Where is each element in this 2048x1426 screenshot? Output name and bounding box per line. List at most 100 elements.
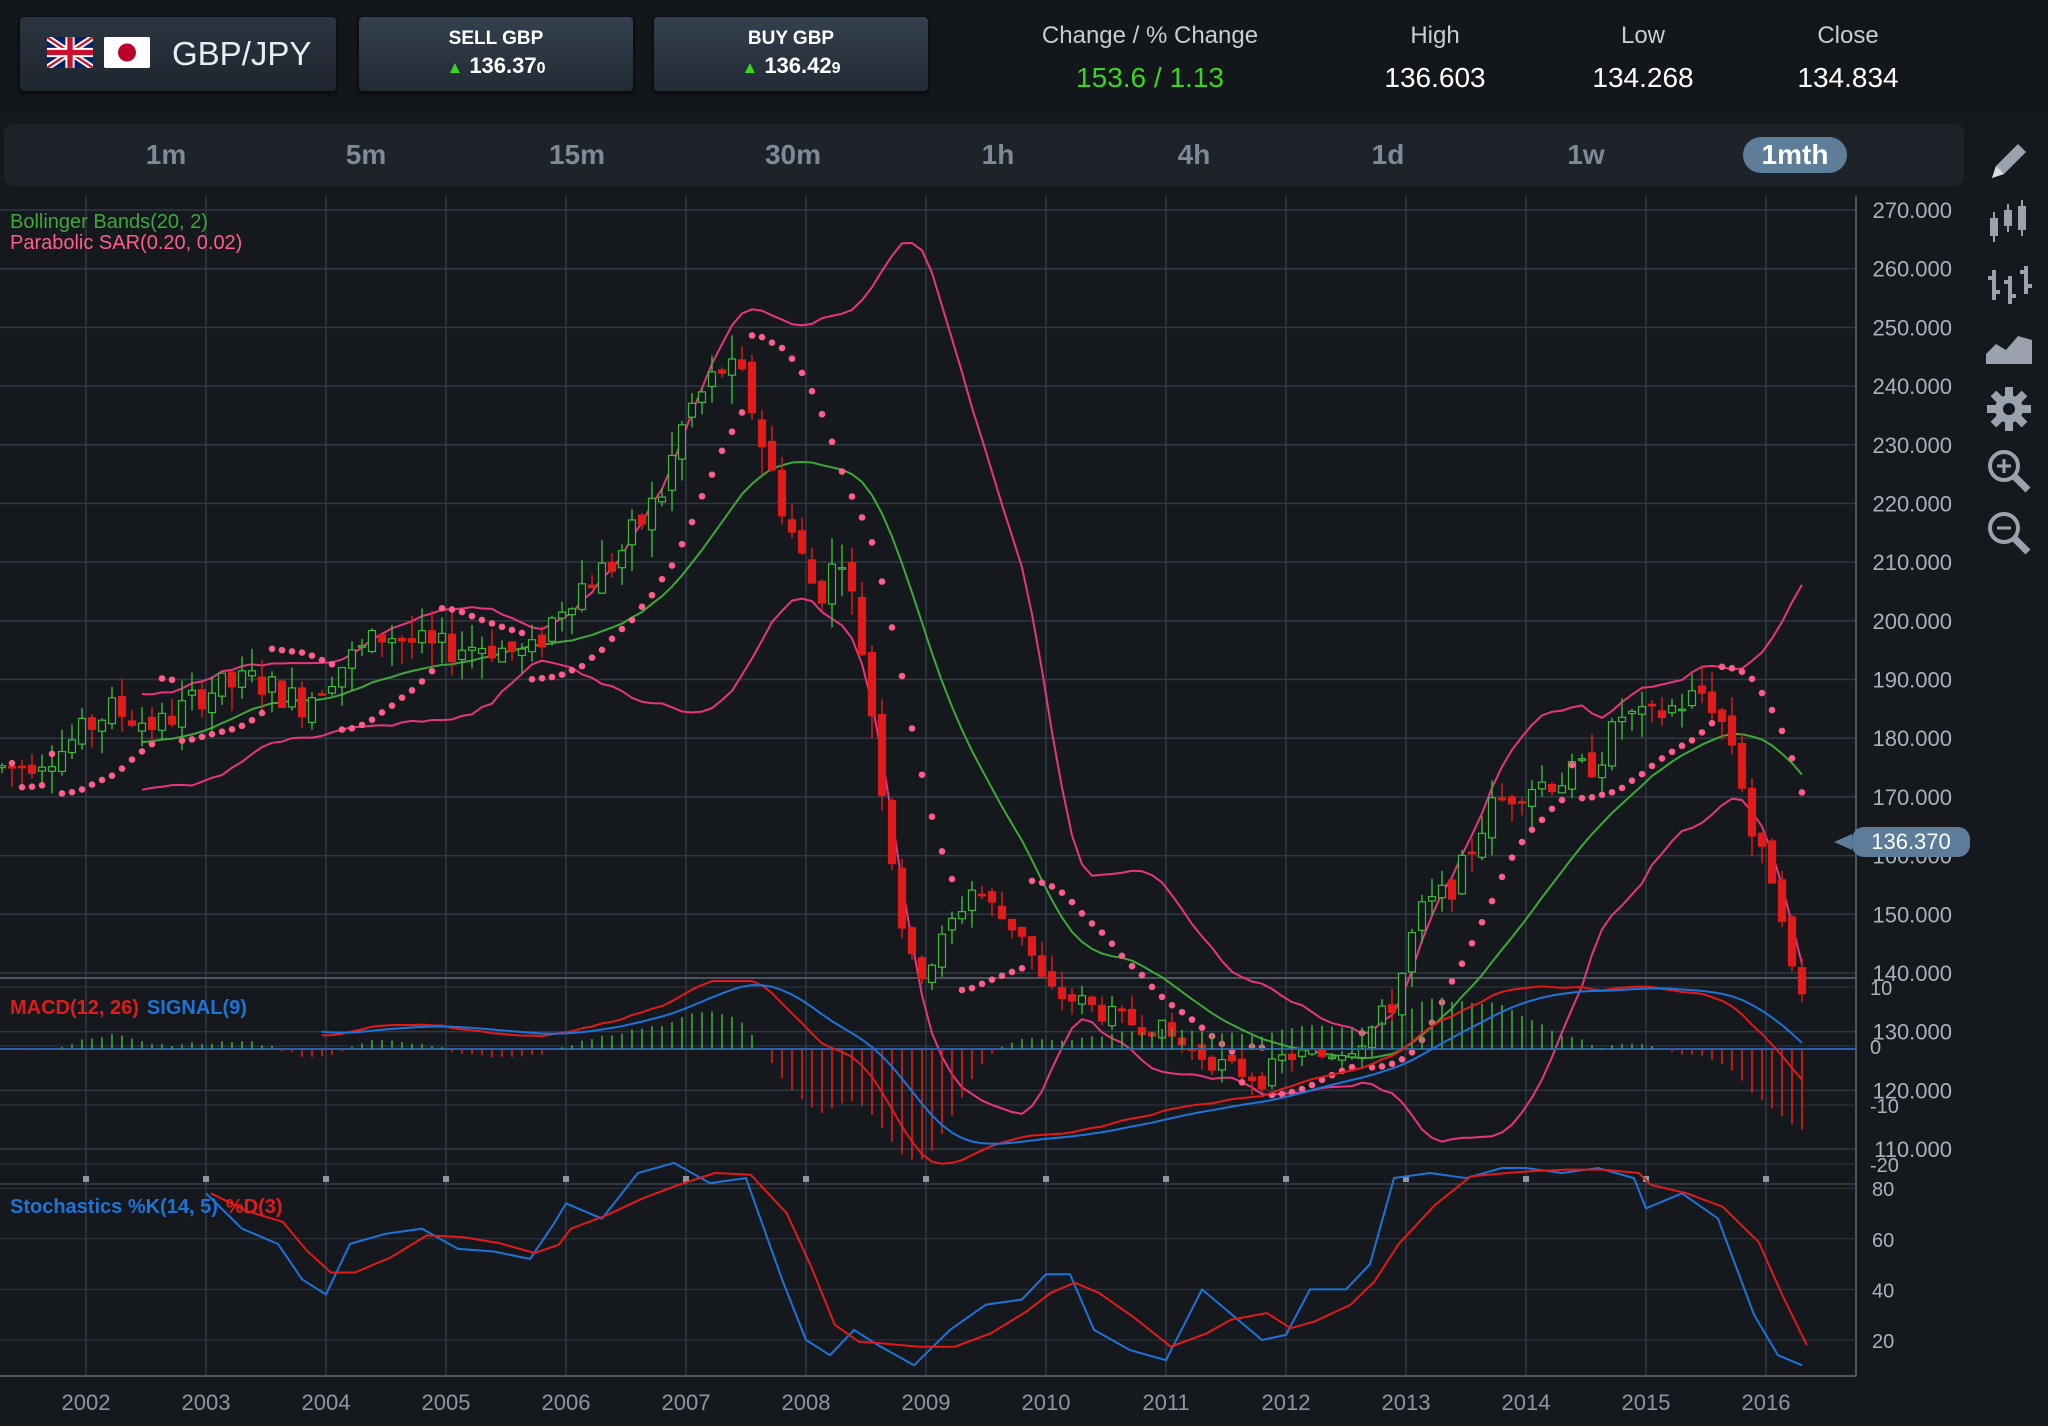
sar-dot: [258, 709, 266, 717]
sar-dot: [458, 608, 466, 616]
boundary-marker: [203, 1176, 209, 1182]
candlestick-icon[interactable]: [1984, 198, 2034, 248]
sar-dot: [1388, 1060, 1396, 1068]
x-tick-label: 2012: [1262, 1390, 1311, 1415]
gear-icon[interactable]: [1984, 384, 2034, 434]
sar-dot: [478, 616, 486, 624]
candle: [137, 722, 147, 732]
sar-dot: [968, 984, 976, 992]
candle: [1077, 995, 1087, 1005]
sar-dot: [1608, 789, 1616, 796]
sar-dot: [1168, 1001, 1176, 1009]
sar-dot: [398, 694, 406, 701]
close-stat: Close 134.834: [1748, 22, 1948, 94]
sar-dot: [88, 781, 96, 788]
sar-dot: [1588, 793, 1596, 801]
timeframe-1w[interactable]: 1w: [1536, 137, 1636, 173]
candle: [827, 563, 837, 605]
candle: [997, 905, 1007, 919]
sar-dot: [608, 635, 616, 643]
sar-dot: [1478, 918, 1486, 926]
timeframe-1d[interactable]: 1d: [1338, 137, 1438, 173]
candle: [797, 530, 807, 554]
sar-dot: [278, 646, 286, 654]
candle: [1257, 1075, 1267, 1090]
sar-dot: [1408, 1049, 1416, 1056]
sar-dot: [1758, 689, 1766, 697]
sar-dot: [148, 740, 156, 748]
timeframe-1mth[interactable]: 1mth: [1743, 137, 1847, 173]
instrument-selector[interactable]: GBP/JPY: [19, 16, 337, 92]
sar-dot: [1628, 777, 1636, 785]
sar-dot: [998, 972, 1006, 980]
y-tick-label: 170.000: [1872, 785, 1952, 810]
macd-panel: [0, 981, 1856, 1181]
buy-button[interactable]: BUY GBP ▲ 136.429: [653, 16, 929, 92]
area-chart-icon[interactable]: [1984, 322, 2034, 372]
candle: [1457, 854, 1467, 895]
boundary-marker: [1763, 1176, 1769, 1182]
candle: [1537, 781, 1547, 790]
sar-dot: [848, 493, 856, 500]
sar-dot: [1458, 960, 1466, 968]
pencil-icon[interactable]: [1984, 136, 2034, 186]
candle: [327, 686, 337, 694]
sar-dot: [1788, 755, 1796, 762]
high-label: High: [1410, 22, 1460, 49]
sar-dot: [668, 562, 676, 569]
sar-dot: [378, 709, 386, 716]
price-chart[interactable]: 2002 2003 2004 2005 2006 2007 2008 2009 2010 2011…: [0, 196, 1968, 1426]
candle: [207, 692, 217, 714]
candle: [1277, 1054, 1287, 1061]
candle: [557, 611, 567, 619]
candle: [1487, 797, 1497, 839]
sar-dot: [1118, 952, 1126, 960]
timeframe-1m[interactable]: 1m: [116, 137, 216, 173]
ohlc-bars-icon[interactable]: [1984, 260, 2034, 310]
candle: [37, 766, 47, 772]
sar-dot: [878, 578, 886, 585]
timeframe-30m[interactable]: 30m: [738, 137, 848, 173]
timeframe-15m[interactable]: 15m: [522, 137, 632, 173]
candle: [687, 402, 697, 418]
candle: [947, 917, 957, 931]
candle: [717, 369, 727, 374]
zoom-out-icon[interactable]: [1984, 508, 2034, 558]
sar-dot: [208, 730, 216, 738]
candle: [67, 739, 77, 754]
candle: [87, 717, 97, 730]
sar-dot: [1128, 962, 1136, 970]
candle: [1347, 1053, 1357, 1058]
sell-button[interactable]: SELL GBP ▲ 136.370: [358, 16, 634, 92]
candle: [1337, 1054, 1347, 1061]
candle: [407, 638, 417, 643]
timeframe-1h[interactable]: 1h: [948, 137, 1048, 173]
candle: [1327, 1056, 1337, 1060]
sar-dot: [818, 410, 826, 418]
timeframe-5m[interactable]: 5m: [316, 137, 416, 173]
boundary-marker: [563, 1176, 569, 1182]
sar-dot: [1398, 1055, 1406, 1063]
sar-dot: [918, 771, 926, 779]
sar-dot: [68, 788, 76, 796]
sar-dot: [778, 344, 786, 352]
x-tick-label: 2003: [182, 1390, 231, 1415]
candle: [1507, 796, 1517, 805]
sar-dot: [8, 759, 16, 767]
sar-dot: [728, 428, 736, 436]
candle: [767, 440, 777, 471]
candle: [1737, 742, 1747, 789]
candle: [17, 765, 27, 769]
sell-price-pipette: 0: [536, 60, 546, 77]
timeframe-4h[interactable]: 4h: [1144, 137, 1244, 173]
y-tick-label: 150.000: [1872, 902, 1952, 927]
candle: [547, 617, 557, 642]
zoom-in-icon[interactable]: [1984, 446, 2034, 496]
sar-dot: [1718, 663, 1726, 671]
y-tick-label: 220.000: [1872, 491, 1952, 516]
sar-dot: [1448, 978, 1456, 985]
sar-dot: [248, 716, 256, 724]
sell-price: ▲ 136.370: [359, 53, 633, 79]
candle: [517, 648, 527, 657]
x-tick-label: 2015: [1622, 1390, 1671, 1415]
